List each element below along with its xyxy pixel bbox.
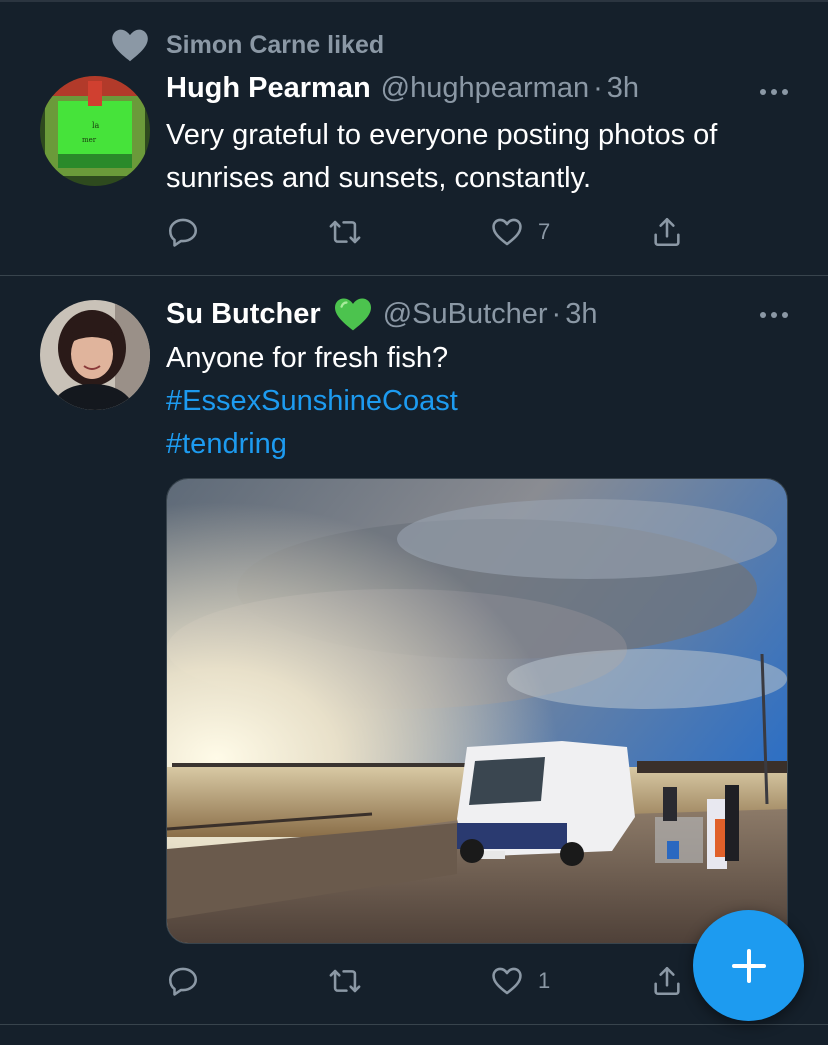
timestamp[interactable]: 3h	[607, 72, 639, 105]
reply-button[interactable]	[166, 961, 214, 1001]
handle[interactable]: @SuButcher	[383, 298, 548, 331]
timestamp[interactable]: 3h	[565, 298, 597, 331]
like-icon	[492, 218, 522, 246]
compose-tweet-button[interactable]	[693, 910, 804, 1021]
reply-icon	[168, 967, 198, 996]
tweet-text-content: Very grateful to everyone posting photos…	[166, 119, 718, 194]
avatar[interactable]	[40, 300, 150, 410]
more-options-icon[interactable]	[760, 312, 788, 318]
tweet-header: Hugh Pearman @hughpearman · 3h	[166, 72, 639, 105]
retweet-button[interactable]	[328, 212, 376, 252]
tweet-hugh-pearman[interactable]: Simon Carne liked la mer Hugh Pearman @h…	[0, 0, 828, 276]
tweet-photo[interactable]	[166, 478, 788, 944]
avatar-image	[40, 300, 150, 410]
retweet-icon	[329, 969, 361, 993]
hashtag-link[interactable]: #EssexSunshineCoast	[166, 380, 796, 423]
liked-heart-icon	[112, 29, 148, 62]
reply-icon	[168, 218, 198, 247]
separator: ·	[551, 297, 562, 330]
retweet-icon	[329, 220, 361, 244]
svg-text:la: la	[92, 121, 100, 130]
action-bar: 7	[166, 212, 726, 252]
handle[interactable]: @hughpearman	[381, 72, 589, 105]
green-heart-icon	[334, 298, 371, 331]
share-button[interactable]	[650, 961, 684, 1001]
plus-icon	[731, 948, 766, 983]
hashtag-link[interactable]: #tendring	[166, 423, 796, 466]
share-icon	[654, 966, 680, 996]
tweet-su-butcher[interactable]: Su Butcher @SuButcher · 3h Anyone for fr…	[0, 277, 828, 1025]
separator: ·	[593, 72, 603, 104]
tweet-text: Anyone for fresh fish? #EssexSunshineCoa…	[166, 337, 796, 466]
like-count: 7	[538, 219, 551, 244]
share-icon	[654, 217, 680, 247]
reply-button[interactable]	[166, 212, 214, 252]
like-count: 1	[538, 968, 551, 993]
tweet-text-content: Anyone for fresh fish?	[166, 342, 449, 374]
social-context: Simon Carne liked	[110, 28, 384, 62]
social-context-text: Simon Carne liked	[166, 30, 385, 59]
tweet-header: Su Butcher @SuButcher · 3h	[166, 296, 597, 332]
tweet-text: Very grateful to everyone posting photos…	[166, 114, 796, 200]
action-bar: 1	[166, 961, 726, 1001]
photo-seafront-fish-van	[167, 479, 787, 943]
like-button[interactable]: 7	[490, 212, 550, 252]
display-name[interactable]: Su Butcher	[166, 298, 321, 331]
avatar-image: la mer	[40, 76, 150, 186]
retweet-button[interactable]	[328, 961, 376, 1001]
share-button[interactable]	[650, 212, 684, 252]
avatar[interactable]: la mer	[40, 76, 150, 186]
like-icon	[492, 967, 522, 995]
display-name[interactable]: Hugh Pearman	[166, 72, 371, 105]
more-options-icon[interactable]	[760, 89, 788, 95]
like-button[interactable]: 1	[490, 961, 550, 1001]
svg-text:mer: mer	[82, 136, 97, 144]
